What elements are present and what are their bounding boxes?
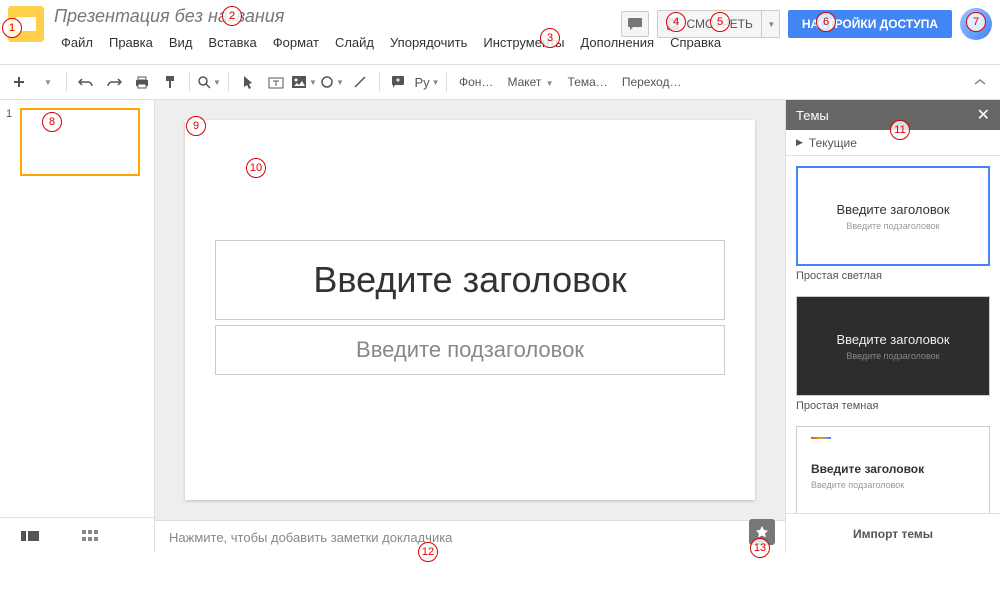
filmstrip-view-button[interactable] [20, 528, 40, 544]
subtitle-textbox[interactable]: Введите подзаголовок [215, 325, 725, 375]
slide-number: 1 [6, 108, 16, 176]
grid-icon [82, 529, 98, 543]
comment-icon [627, 17, 643, 31]
menu-slide[interactable]: Слайд [328, 31, 381, 54]
menu-edit[interactable]: Правка [102, 31, 160, 54]
slides-logo[interactable] [8, 6, 44, 42]
toolbar: ▼ ▼ ▼ ▼ Ру▼ Фон… Макет ▼ Тема… Переход… [0, 64, 1000, 100]
menu-view[interactable]: Вид [162, 31, 200, 54]
speaker-notes[interactable]: Нажмите, чтобы добавить заметки докладчи… [155, 520, 785, 553]
new-slide-button[interactable] [6, 69, 32, 95]
textbox-tool[interactable] [263, 69, 289, 95]
subtitle-placeholder: Введите подзаголовок [356, 337, 584, 363]
line-tool[interactable] [347, 69, 373, 95]
current-themes-toggle[interactable]: ▶ Текущие [786, 130, 1000, 156]
present-dropdown[interactable]: ▼ [762, 10, 780, 38]
select-tool[interactable] [235, 69, 261, 95]
layout-button[interactable]: Макет ▼ [501, 75, 559, 89]
theme-item-simple-dark[interactable]: Введите заголовок Введите подзаголовок П… [796, 296, 990, 412]
filmstrip-icon [21, 529, 39, 543]
image-tool[interactable]: ▼ [291, 69, 317, 95]
theme-button[interactable]: Тема… [562, 75, 614, 89]
explore-button[interactable] [749, 519, 775, 545]
comment-tool[interactable] [386, 69, 412, 95]
canvas-area: Введите заголовок Введите подзаголовок Н… [155, 100, 785, 553]
paint-format-button[interactable] [157, 69, 183, 95]
theme-item-stream[interactable]: Введите заголовок Введите подзаголовок П… [796, 426, 990, 513]
themes-panel: Темы ✕ ▶ Текущие Введите заголовок Введи… [785, 100, 1000, 553]
collapse-toolbar-button[interactable] [968, 70, 992, 94]
close-themes-button[interactable]: ✕ [977, 105, 990, 125]
comments-button[interactable] [621, 11, 649, 37]
user-avatar[interactable] [960, 8, 992, 40]
slide-thumbnail[interactable] [20, 108, 140, 176]
menu-format[interactable]: Формат [266, 31, 326, 54]
slide-canvas[interactable]: Введите заголовок Введите подзаголовок [185, 120, 755, 500]
theme-item-simple-light[interactable]: Введите заголовок Введите подзаголовок П… [796, 166, 990, 282]
grid-view-button[interactable] [80, 528, 100, 544]
print-button[interactable] [129, 69, 155, 95]
title-textbox[interactable]: Введите заголовок [215, 240, 725, 320]
play-icon [666, 17, 680, 31]
input-tools-button[interactable]: Ру▼ [414, 69, 440, 95]
explore-icon [755, 525, 769, 539]
menu-tools[interactable]: Инструменты [476, 31, 571, 54]
share-button[interactable]: НАСТРОЙКИ ДОСТУПА [788, 10, 952, 38]
menu-insert[interactable]: Вставка [201, 31, 263, 54]
themes-panel-title: Темы [796, 108, 829, 123]
notes-placeholder: Нажмите, чтобы добавить заметки докладчи… [169, 530, 452, 545]
zoom-button[interactable]: ▼ [196, 69, 222, 95]
undo-button[interactable] [73, 69, 99, 95]
title-placeholder: Введите заголовок [313, 259, 626, 301]
present-button[interactable]: СМОТРЕТЬ [657, 10, 761, 38]
chevron-up-icon [974, 78, 986, 86]
transition-button[interactable]: Переход… [616, 75, 688, 89]
import-theme-button[interactable]: Импорт темы [786, 513, 1000, 553]
menu-file[interactable]: Файл [54, 31, 100, 54]
redo-button[interactable] [101, 69, 127, 95]
new-slide-dropdown[interactable]: ▼ [34, 69, 60, 95]
background-button[interactable]: Фон… [453, 75, 499, 89]
slides-panel: 1 [0, 100, 155, 553]
themes-list[interactable]: Введите заголовок Введите подзаголовок П… [786, 156, 1000, 513]
present-label: СМОТРЕТЬ [686, 17, 752, 31]
shape-tool[interactable]: ▼ [319, 69, 345, 95]
menu-arrange[interactable]: Упорядочить [383, 31, 474, 54]
